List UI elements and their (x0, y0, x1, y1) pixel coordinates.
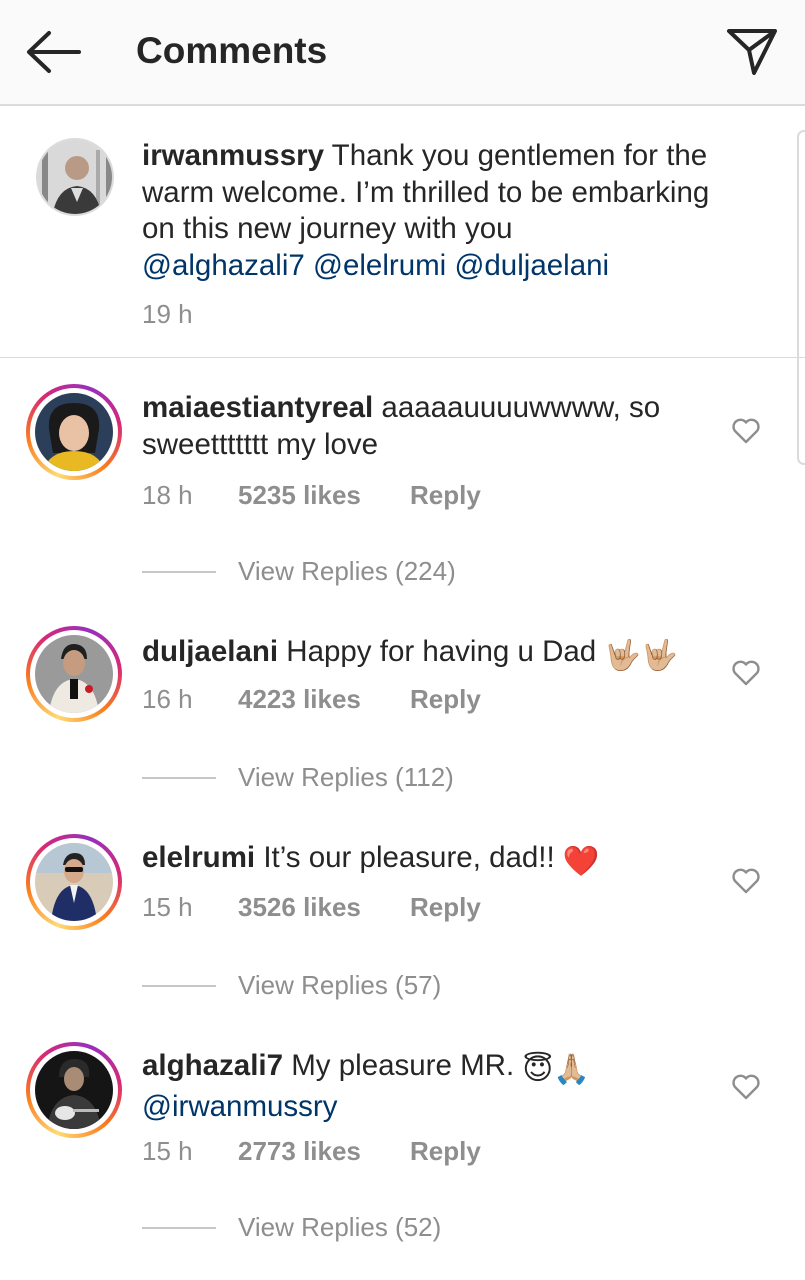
timestamp: 16 h (142, 684, 193, 714)
view-replies-button[interactable]: View Replies (52) (142, 1212, 441, 1243)
comment-username[interactable]: alghazali7 (142, 1049, 283, 1082)
avatar (35, 635, 113, 713)
avatar (35, 393, 113, 471)
likes-count[interactable]: 2773 likes (238, 1136, 410, 1167)
divider-line (142, 776, 216, 779)
back-button[interactable] (22, 26, 84, 78)
likes-count[interactable]: 3526 likes (238, 892, 410, 923)
heart-icon[interactable] (731, 1072, 761, 1102)
comment-text: elelrumi It’s our pleasure, dad!! ❤️ (142, 840, 722, 881)
divider-line (142, 570, 216, 573)
comment-username[interactable]: elelrumi (142, 841, 255, 874)
timestamp: 15 h (142, 892, 193, 922)
heart-icon[interactable] (731, 416, 761, 446)
send-icon (727, 29, 777, 75)
view-replies-label: View Replies (224) (238, 556, 456, 586)
comment-body: My pleasure MR. (291, 1049, 515, 1082)
comment-text: alghazali7 My pleasure MR. 😇🙏🏼 @irwanmus… (142, 1048, 722, 1125)
story-ring[interactable] (26, 384, 122, 480)
emoji: ❤️ (562, 845, 600, 878)
comment-body: It’s our pleasure, dad!! (263, 841, 555, 874)
mention-link[interactable]: @duljaelani (454, 249, 609, 282)
avatar[interactable] (36, 138, 114, 216)
heart-icon[interactable] (731, 658, 761, 688)
comment-meta: 15 h 3526 likes Reply (142, 892, 481, 923)
story-ring[interactable] (26, 1042, 122, 1138)
view-replies-label: View Replies (57) (238, 970, 442, 1000)
top-bar: Comments (0, 0, 805, 106)
reply-button[interactable]: Reply (410, 480, 481, 511)
comment-text: duljaelani Happy for having u Dad 🤟🏼🤟🏼 (142, 634, 722, 675)
page-title: Comments (136, 30, 328, 71)
divider-line (142, 984, 216, 987)
emoji: 🤟🏼🤟🏼 (604, 639, 678, 672)
comment-username[interactable]: duljaelani (142, 635, 278, 668)
view-replies-button[interactable]: View Replies (112) (142, 762, 454, 793)
view-replies-button[interactable]: View Replies (57) (142, 970, 441, 1001)
mention-link[interactable]: @alghazali7 (142, 249, 305, 282)
caption-meta: 19 h (142, 299, 238, 330)
heart-icon[interactable] (731, 866, 761, 896)
caption: irwanmussry Thank you gentlemen for the … (0, 106, 805, 358)
story-ring[interactable] (26, 626, 122, 722)
comment-body: Happy for having u Dad (286, 635, 597, 668)
reply-button[interactable]: Reply (410, 1136, 481, 1167)
view-replies-label: View Replies (112) (238, 762, 454, 792)
caption-text: irwanmussry Thank you gentlemen for the … (142, 138, 722, 284)
story-ring[interactable] (26, 834, 122, 930)
share-button[interactable] (722, 22, 782, 80)
view-replies-button[interactable]: View Replies (224) (142, 556, 456, 587)
caption-username[interactable]: irwanmussry (142, 139, 324, 172)
emoji: 😇🙏🏼 (522, 1053, 590, 1086)
comment-meta: 16 h 4223 likes Reply (142, 684, 481, 715)
reply-button[interactable]: Reply (410, 684, 481, 715)
timestamp: 18 h (142, 480, 193, 510)
comment-text: maiaestiantyreal aaaaauuuuwwww, so sweet… (142, 390, 722, 463)
avatar (35, 1051, 113, 1129)
comment-meta: 18 h 5235 likes Reply (142, 480, 481, 511)
timestamp: 19 h (142, 299, 193, 329)
arrow-left-icon (27, 31, 81, 73)
likes-count[interactable]: 4223 likes (238, 684, 410, 715)
mention-link[interactable]: @elelrumi (313, 249, 446, 282)
view-replies-label: View Replies (52) (238, 1212, 442, 1242)
avatar (35, 843, 113, 921)
reply-button[interactable]: Reply (410, 892, 481, 923)
comment-meta: 15 h 2773 likes Reply (142, 1136, 481, 1167)
likes-count[interactable]: 5235 likes (238, 480, 410, 511)
comment-username[interactable]: maiaestiantyreal (142, 391, 373, 424)
divider-line (142, 1226, 216, 1229)
mention-link[interactable]: @irwanmussry (142, 1090, 338, 1123)
timestamp: 15 h (142, 1136, 193, 1166)
avatar-photo (38, 140, 112, 214)
